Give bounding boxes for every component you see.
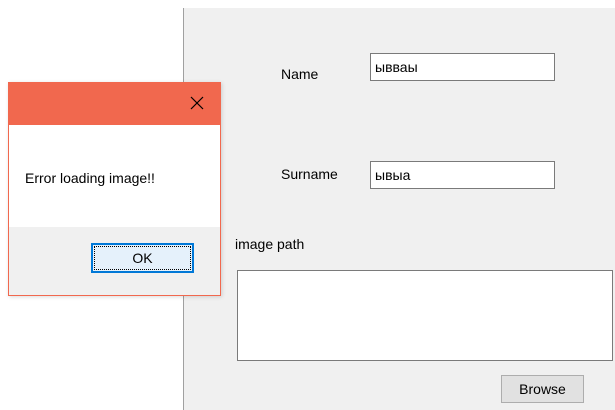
- close-button[interactable]: [174, 83, 220, 125]
- dialog-body: Error loading image!!: [9, 125, 220, 227]
- ok-button[interactable]: OK: [91, 243, 194, 273]
- focus-rectangle: [94, 246, 191, 270]
- browse-button[interactable]: Browse: [501, 375, 584, 403]
- error-dialog: Error loading image!! OK: [8, 82, 221, 296]
- surname-label: Surname: [281, 166, 338, 182]
- name-label: Name: [281, 66, 319, 82]
- error-message: Error loading image!!: [25, 170, 155, 186]
- main-form: Name Surname image path Browse: [183, 8, 615, 410]
- image-path-field[interactable]: [237, 270, 613, 361]
- image-path-label: image path: [235, 236, 305, 252]
- close-icon: [189, 95, 205, 114]
- name-field[interactable]: [370, 53, 555, 81]
- surname-field[interactable]: [370, 161, 555, 189]
